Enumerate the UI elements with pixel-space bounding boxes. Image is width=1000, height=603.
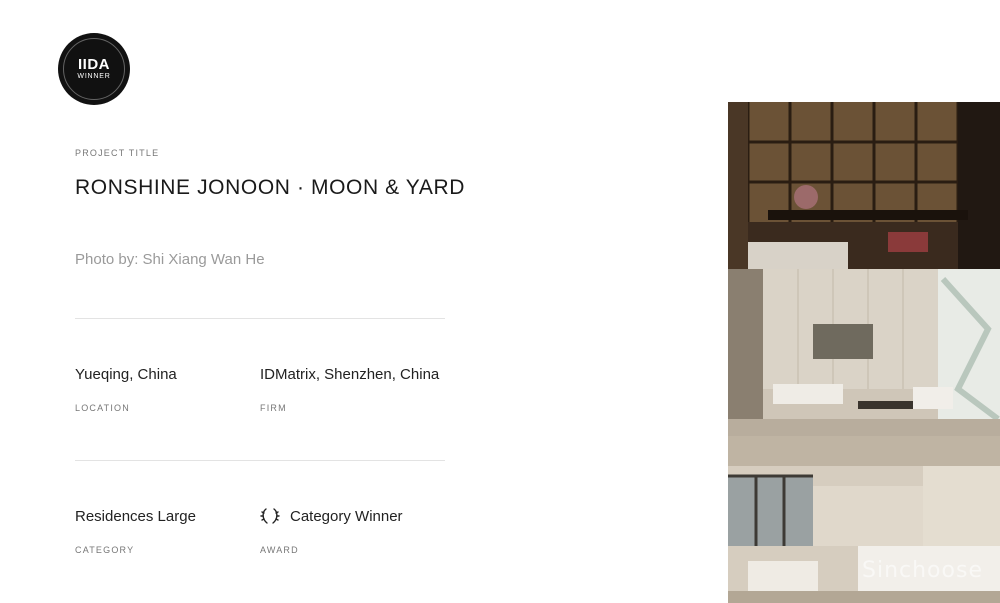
divider xyxy=(75,460,445,461)
photo-living-room xyxy=(728,269,1000,436)
watermark: Sinchoose xyxy=(862,558,983,583)
firm-value: IDMatrix, Shenzhen, China xyxy=(260,366,440,383)
photo-lounge-bar xyxy=(728,102,1000,269)
category-value: Residences Large xyxy=(75,508,196,525)
laurel-icon xyxy=(260,508,280,524)
divider xyxy=(75,318,445,319)
project-title: RONSHINE JONOON · MOON & YARD xyxy=(75,176,465,199)
location-label: LOCATION xyxy=(75,403,130,413)
location-value: Yueqing, China xyxy=(75,366,177,383)
iida-winner-badge: IIDA WINNER xyxy=(58,33,130,105)
award-row: Category Winner xyxy=(260,507,403,525)
category-label: CATEGORY xyxy=(75,545,135,555)
photo-credit: Photo by: Shi Xiang Wan He xyxy=(75,251,265,268)
project-photo-collage xyxy=(728,102,1000,603)
award-label: AWARD xyxy=(260,545,299,555)
award-value: Category Winner xyxy=(290,507,403,525)
badge-ring xyxy=(63,38,125,100)
firm-label: FIRM xyxy=(260,403,287,413)
project-title-label: PROJECT TITLE xyxy=(75,148,160,158)
